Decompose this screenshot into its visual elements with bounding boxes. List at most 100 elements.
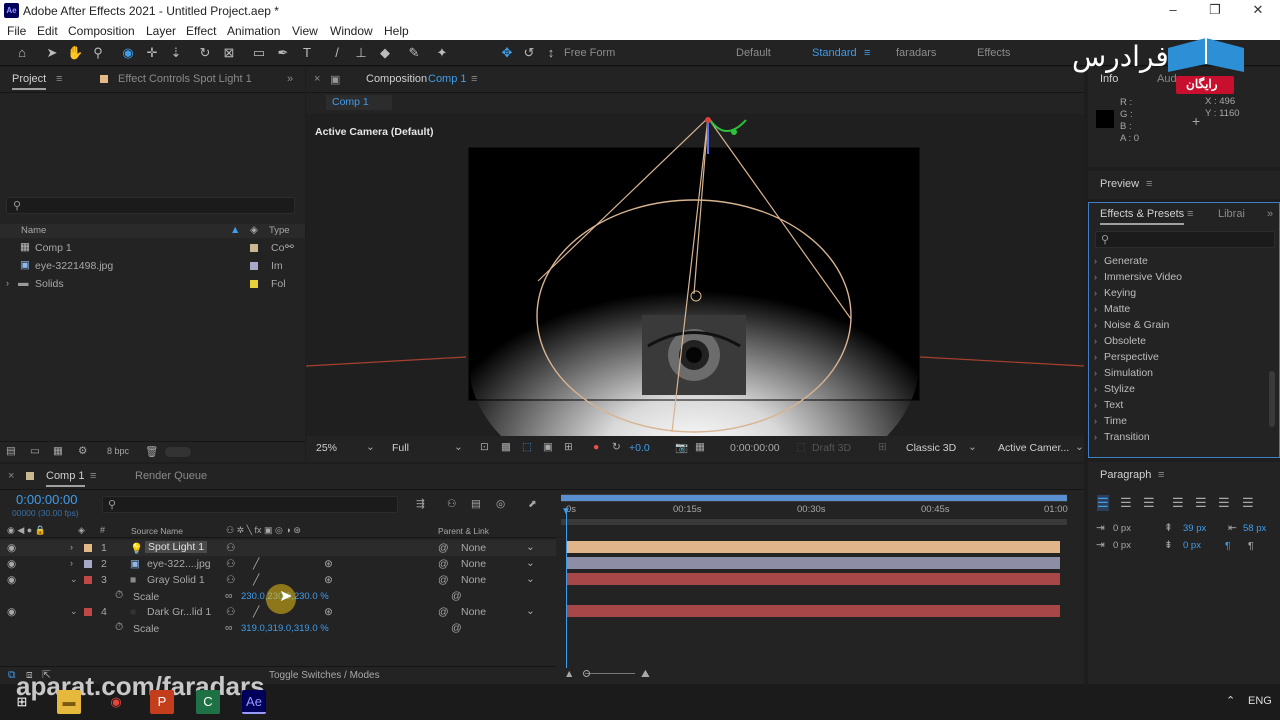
- visibility-eye-icon[interactable]: ◉: [7, 558, 16, 570]
- minimize-button[interactable]: –: [1158, 2, 1188, 17]
- resolution-dropdown[interactable]: Full ⌄: [388, 440, 464, 456]
- puppet-tool-icon[interactable]: ✦: [434, 45, 450, 61]
- parent-dropdown[interactable]: None: [461, 574, 486, 586]
- expression-pickwhip-icon[interactable]: @: [451, 622, 462, 634]
- list-item[interactable]: ▣ eye-3221498.jpg Im: [0, 258, 305, 274]
- toggle-switches-modes[interactable]: Toggle Switches / Modes: [269, 670, 380, 681]
- stopwatch-icon[interactable]: ⏱: [115, 621, 123, 634]
- column-parent-link[interactable]: Parent & Link: [438, 526, 489, 536]
- reset-exposure-icon[interactable]: ↻: [612, 441, 621, 453]
- visibility-eye-icon[interactable]: ◉: [7, 542, 16, 554]
- layer-switches-icon[interactable]: ⧉: [8, 669, 16, 682]
- align-right-icon[interactable]: ☰: [1143, 495, 1155, 511]
- grid-guides-icon[interactable]: ⊞: [564, 441, 573, 453]
- new-composition-icon[interactable]: ▦: [53, 445, 63, 457]
- pickwhip-icon[interactable]: @: [438, 542, 449, 554]
- snapshot-icon[interactable]: 📷: [675, 441, 688, 454]
- tab-composition-name[interactable]: Comp 1: [428, 73, 467, 85]
- pan-camera-tool-icon[interactable]: ✛: [144, 45, 160, 61]
- renderer-dropdown[interactable]: Classic 3D ⌄: [902, 440, 978, 456]
- chevron-down-icon[interactable]: ⌄: [526, 541, 535, 553]
- bit-depth-label[interactable]: 8 bpc: [107, 446, 129, 456]
- view-dropdown[interactable]: Active Camer... ⌄: [994, 440, 1084, 456]
- channel-icon[interactable]: ●: [593, 441, 599, 453]
- show-hidden-icons[interactable]: ⌃: [1226, 694, 1235, 707]
- expand-chevron-icon[interactable]: ›: [1094, 304, 1097, 314]
- label-color-swatch[interactable]: [84, 608, 92, 616]
- justify-center-icon[interactable]: ☰: [1195, 495, 1207, 511]
- expand-chevron-icon[interactable]: ›: [6, 278, 9, 288]
- shy-switch-icon[interactable]: ⚇: [226, 574, 235, 586]
- tab-project[interactable]: Project: [12, 73, 47, 90]
- expand-chevron-icon[interactable]: ›: [1094, 272, 1097, 282]
- ltr-direction-icon[interactable]: ¶: [1225, 540, 1231, 552]
- parent-dropdown[interactable]: None: [461, 542, 486, 554]
- orbit-camera-tool-icon[interactable]: ◉: [120, 45, 136, 61]
- roto-brush-tool-icon[interactable]: ✎: [406, 45, 422, 61]
- draft3d-label[interactable]: Draft 3D: [812, 442, 851, 454]
- brush-tool-icon[interactable]: /: [329, 45, 345, 61]
- chevron-down-icon[interactable]: ⌄: [526, 605, 535, 617]
- close-tab-icon[interactable]: ×: [8, 470, 14, 482]
- expand-chevron-icon[interactable]: ›: [1094, 432, 1097, 442]
- timeline-search-input[interactable]: ⚲: [102, 496, 398, 513]
- effects-scrollbar[interactable]: [1269, 371, 1275, 427]
- eraser-tool-icon[interactable]: ◆: [377, 45, 393, 61]
- effect-category[interactable]: Time: [1104, 415, 1127, 427]
- tab-preview[interactable]: Preview: [1100, 178, 1139, 190]
- shy-switch-icon[interactable]: ⚇: [226, 606, 235, 618]
- collapse-chevron-icon[interactable]: ⌄: [70, 606, 78, 617]
- expand-chevron-icon[interactable]: ›: [1094, 256, 1097, 266]
- expand-chevron-icon[interactable]: ›: [1094, 336, 1097, 346]
- 3d-layer-icon[interactable]: ⊛: [324, 606, 333, 618]
- menu-edit[interactable]: Edit: [37, 24, 58, 38]
- expand-chevron-icon[interactable]: ›: [70, 558, 73, 568]
- home-icon[interactable]: ⌂: [14, 45, 30, 61]
- preview-menu-icon[interactable]: ≡: [1146, 178, 1152, 190]
- clone-stamp-tool-icon[interactable]: ⊥: [353, 45, 369, 61]
- camera-orbit-mode-icon[interactable]: ↺: [521, 45, 537, 61]
- layer-name[interactable]: Gray Solid 1: [147, 574, 205, 586]
- camtasia-icon[interactable]: C: [196, 690, 220, 714]
- align-left-icon[interactable]: ☰: [1097, 495, 1109, 511]
- close-tab-icon[interactable]: ×: [314, 73, 320, 85]
- layer-duration-bar[interactable]: [566, 573, 1060, 585]
- composition-viewer[interactable]: Active Camera (Default): [306, 114, 1084, 436]
- paragraph-menu-icon[interactable]: ≡: [1158, 469, 1164, 481]
- parent-dropdown[interactable]: None: [461, 558, 486, 570]
- label-color-swatch[interactable]: [84, 544, 92, 552]
- expand-chevron-icon[interactable]: ›: [1094, 400, 1097, 410]
- zoom-tool-icon[interactable]: ⚲: [90, 45, 106, 61]
- current-time-indicator[interactable]: [566, 508, 567, 668]
- dolly-mode-icon[interactable]: ↕: [543, 45, 559, 61]
- maximize-button[interactable]: ❐: [1200, 2, 1230, 18]
- layer-duration-bar[interactable]: [566, 605, 1060, 617]
- selection-tool-icon[interactable]: ➤: [44, 45, 60, 61]
- quality-switch-icon[interactable]: ╱: [253, 606, 259, 618]
- property-row[interactable]: ⏱ Scale ∞ 319.0,319.0,319.0 % @: [0, 620, 556, 636]
- chrome-icon[interactable]: ◉: [104, 690, 128, 714]
- effect-category[interactable]: Noise & Grain: [1104, 319, 1169, 331]
- expand-chevron-icon[interactable]: ›: [70, 542, 73, 552]
- fast-preview-icon[interactable]: ⊡: [480, 441, 489, 453]
- chevron-down-icon[interactable]: ⌄: [526, 557, 535, 569]
- after-effects-taskbar-icon[interactable]: Ae: [242, 690, 266, 714]
- constrain-link-icon[interactable]: ∞: [225, 622, 233, 634]
- menu-composition[interactable]: Composition: [68, 24, 135, 38]
- layer-duration-bar[interactable]: [566, 541, 1060, 553]
- column-type[interactable]: Type: [269, 225, 290, 236]
- graph-editor-icon[interactable]: ⬈: [528, 498, 537, 510]
- column-name[interactable]: Name: [21, 225, 46, 236]
- pen-tool-icon[interactable]: ✒: [275, 45, 291, 61]
- layer-name[interactable]: Spot Light 1: [145, 541, 208, 553]
- menu-help[interactable]: Help: [384, 24, 409, 38]
- type-tool-icon[interactable]: T: [299, 45, 315, 61]
- workspace-default[interactable]: Default: [736, 47, 771, 59]
- quality-switch-icon[interactable]: ╱: [253, 574, 259, 586]
- draft3d-icon[interactable]: ⬚: [796, 441, 806, 453]
- expand-chevron-icon[interactable]: ›: [1094, 384, 1097, 394]
- draft-3d-icon[interactable]: ⚇: [447, 498, 456, 510]
- zoom-in-icon[interactable]: ⛰: [641, 668, 650, 681]
- frame-blending-icon[interactable]: ◎: [496, 498, 505, 510]
- exposure-value[interactable]: +0.0: [629, 442, 650, 454]
